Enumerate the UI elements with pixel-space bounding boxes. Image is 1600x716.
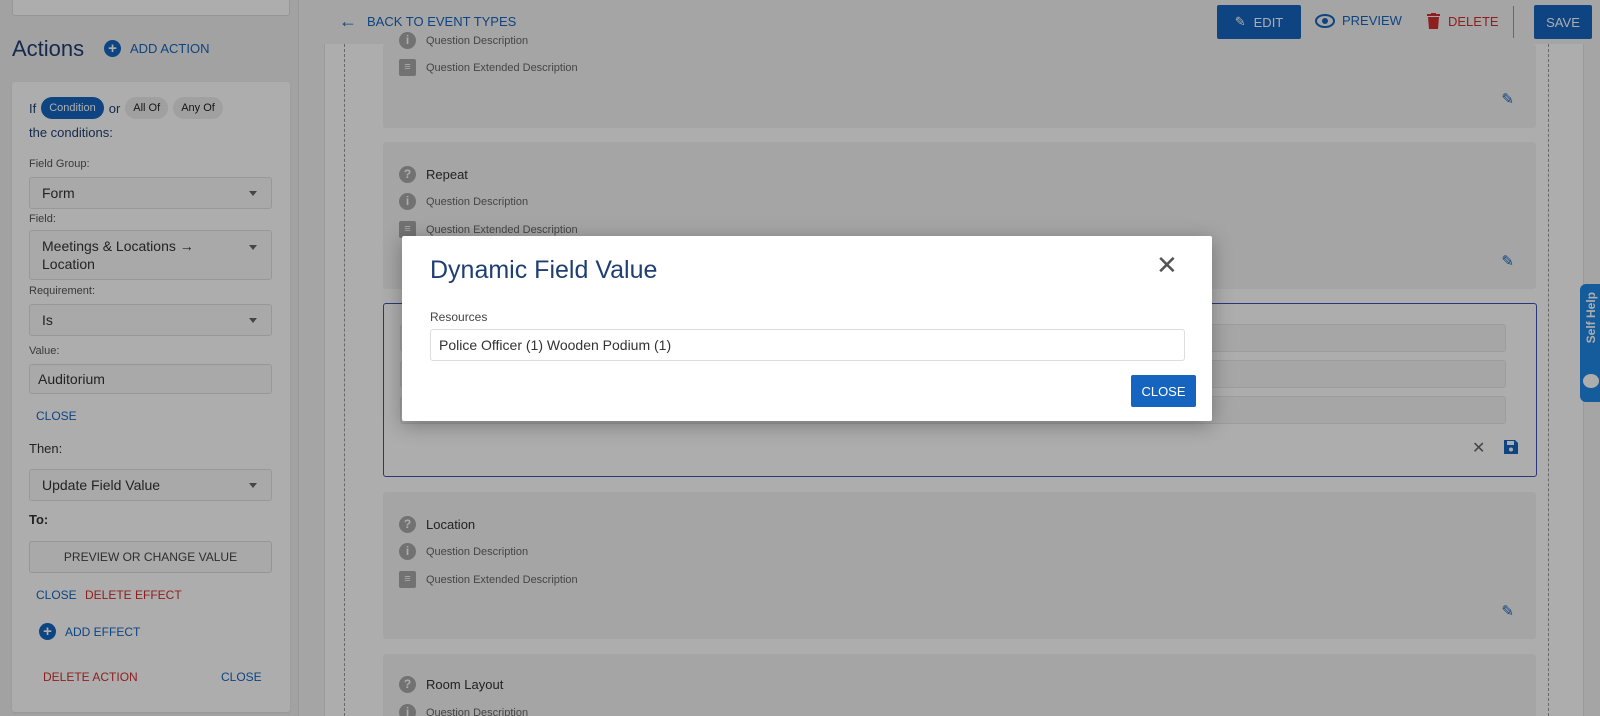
close-icon[interactable]: ✕ [1156,252,1178,278]
resources-label: Resources [430,310,488,324]
resources-field[interactable]: Police Officer (1) Wooden Podium (1) [430,329,1185,361]
dynamic-field-value-dialog: Dynamic Field Value ✕ Resources Police O… [402,236,1212,421]
dialog-close-button[interactable]: CLOSE [1131,375,1196,407]
dialog-title: Dynamic Field Value [430,256,658,284]
